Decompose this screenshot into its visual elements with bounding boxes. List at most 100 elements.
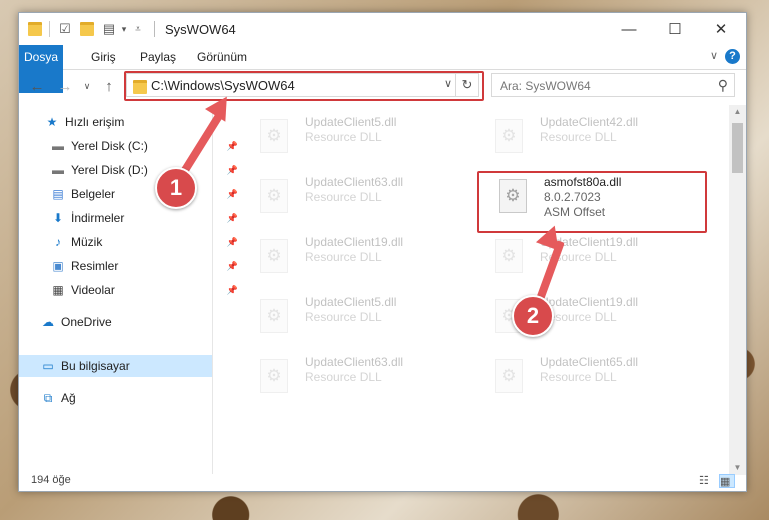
forward-button[interactable]: → xyxy=(55,75,75,97)
dll-file-icon: ⚙ xyxy=(495,359,523,393)
file-tile[interactable]: ⚙ UpdateClient19.dll Resource DLL xyxy=(495,233,710,281)
downloads-icon: ⬇ xyxy=(52,211,64,225)
file-tile[interactable]: ⚙ UpdateClient5.dll Resource DLL xyxy=(260,113,475,161)
details-view-icon[interactable]: ☷ xyxy=(699,474,713,487)
file-name: UpdateClient5.dll xyxy=(305,295,397,309)
address-highlight-box xyxy=(124,71,484,101)
file-description: Resource DLL xyxy=(305,310,382,324)
videos-icon: ▦ xyxy=(52,283,64,297)
music-icon: ♪ xyxy=(55,235,61,249)
nav-item-drive-d[interactable]: ▬ Yerel Disk (D:) 📌 xyxy=(19,159,244,181)
status-bar: 194 öğe ☷ ▦ xyxy=(19,471,746,491)
documents-icon: ▤ xyxy=(52,187,64,201)
cloud-icon: ☁ xyxy=(42,315,54,329)
file-highlight-box xyxy=(477,171,707,233)
view-icon[interactable]: ▤ xyxy=(101,21,117,37)
nav-item-drive-c[interactable]: ▬ Yerel Disk (C:) 📌 xyxy=(19,135,244,157)
title-bar: ☑ ▤ ▾ ⩡ SysWOW64 — ☐ ✕ xyxy=(19,13,746,45)
file-name: UpdateClient65.dll xyxy=(540,355,639,369)
vertical-scrollbar[interactable]: ▲ ▼ xyxy=(729,105,746,475)
file-tile[interactable]: ⚙ UpdateClient63.dll Resource DLL xyxy=(260,173,475,221)
back-button[interactable]: ← xyxy=(27,75,47,97)
network-icon: ⧉ xyxy=(43,390,53,405)
search-placeholder[interactable]: Ara: SysWOW64 xyxy=(500,79,591,93)
nav-this-pc[interactable]: ▭ Bu bilgisayar xyxy=(19,355,212,377)
file-description: Resource DLL xyxy=(305,130,382,144)
file-name: UpdateClient63.dll xyxy=(305,175,404,189)
chevron-down-icon[interactable]: ▾ xyxy=(119,21,129,37)
star-icon: ★ xyxy=(46,115,58,129)
nav-label: Hızlı erişim xyxy=(65,115,125,129)
computer-icon: ▭ xyxy=(42,359,54,373)
search-box[interactable]: Ara: SysWOW64 ⚲ xyxy=(491,73,735,97)
tab-home[interactable]: Giriş xyxy=(81,45,126,69)
file-name: UpdateClient5.dll xyxy=(305,115,397,129)
dll-file-icon: ⚙ xyxy=(260,299,288,333)
file-description: Resource DLL xyxy=(540,130,617,144)
file-tile[interactable]: ⚙ UpdateClient42.dll Resource DLL xyxy=(495,113,710,161)
file-description: Resource DLL xyxy=(540,370,617,384)
item-count: 194 öğe xyxy=(31,474,71,486)
dll-file-icon: ⚙ xyxy=(260,179,288,213)
maximize-button[interactable]: ☐ xyxy=(652,13,698,45)
drive-icon: ▬ xyxy=(52,139,64,153)
file-name: UpdateClient19.dll xyxy=(540,295,639,309)
nav-item-videos[interactable]: ▦ Videolar 📌 xyxy=(19,279,244,301)
tab-view[interactable]: Görünüm xyxy=(187,45,257,69)
file-name: UpdateClient19.dll xyxy=(305,235,404,249)
window-title: SysWOW64 xyxy=(165,22,236,37)
properties-icon[interactable]: ☑ xyxy=(57,21,73,37)
nav-label: Videolar xyxy=(71,283,115,297)
expand-ribbon-icon[interactable]: ∨ xyxy=(710,49,718,62)
nav-network[interactable]: ⧉ Ağ xyxy=(19,387,234,409)
new-folder-icon[interactable] xyxy=(79,21,95,37)
customize-toolbar-icon[interactable]: ⩡ xyxy=(131,21,145,37)
toolbar-separator xyxy=(49,21,50,37)
pane-divider xyxy=(212,109,213,474)
recent-locations-button[interactable]: ∨ xyxy=(77,75,97,97)
nav-label: İndirmeler xyxy=(71,211,125,225)
step-1-badge: 1 xyxy=(155,167,197,209)
nav-label: Belgeler xyxy=(71,187,116,201)
file-tile[interactable]: ⚙ UpdateClient65.dll Resource DLL xyxy=(495,353,710,401)
nav-item-pictures[interactable]: ▣ Resimler 📌 xyxy=(19,255,244,277)
dll-file-icon: ⚙ xyxy=(260,119,288,153)
file-description: Resource DLL xyxy=(305,190,382,204)
file-tile[interactable]: ⚙ UpdateClient19.dll Resource DLL xyxy=(260,233,475,281)
close-button[interactable]: ✕ xyxy=(698,13,744,45)
nav-label: Ağ xyxy=(61,391,76,405)
file-name: UpdateClient42.dll xyxy=(540,115,639,129)
nav-onedrive[interactable]: ☁ OneDrive xyxy=(19,311,234,333)
explorer-window: ☑ ▤ ▾ ⩡ SysWOW64 — ☐ ✕ Dosya Giriş Payla… xyxy=(18,12,747,492)
dll-file-icon: ⚙ xyxy=(260,239,288,273)
nav-label: Bu bilgisayar xyxy=(61,359,130,373)
file-list: ⚙ UpdateClient5.dll Resource DLL ⚙ Updat… xyxy=(215,105,730,475)
search-icon[interactable]: ⚲ xyxy=(718,77,728,94)
nav-label: OneDrive xyxy=(61,315,112,329)
help-button[interactable]: ? xyxy=(725,49,740,64)
scroll-thumb[interactable] xyxy=(732,123,743,173)
nav-item-music[interactable]: ♪ Müzik 📌 xyxy=(19,231,244,253)
file-description: Resource DLL xyxy=(305,250,382,264)
title-separator xyxy=(154,21,155,37)
nav-item-documents[interactable]: ▤ Belgeler 📌 xyxy=(19,183,244,205)
minimize-button[interactable]: — xyxy=(606,13,652,45)
step-2-badge: 2 xyxy=(512,295,554,337)
tiles-view-icon[interactable]: ▦ xyxy=(719,474,735,488)
file-name: UpdateClient63.dll xyxy=(305,355,404,369)
nav-label: Yerel Disk (D:) xyxy=(71,163,148,177)
nav-item-downloads[interactable]: ⬇ İndirmeler 📌 xyxy=(19,207,244,229)
file-tile[interactable]: ⚙ UpdateClient5.dll Resource DLL xyxy=(260,293,475,341)
nav-label: Yerel Disk (C:) xyxy=(71,139,148,153)
dll-file-icon: ⚙ xyxy=(495,239,523,273)
nav-label: Müzik xyxy=(71,235,103,249)
folder-icon xyxy=(27,21,43,37)
file-description: Resource DLL xyxy=(305,370,382,384)
tab-share[interactable]: Paylaş xyxy=(130,45,186,69)
nav-label: Resimler xyxy=(71,259,119,273)
drive-icon: ▬ xyxy=(52,163,64,177)
file-tile[interactable]: ⚙ UpdateClient63.dll Resource DLL xyxy=(260,353,475,401)
dll-file-icon: ⚙ xyxy=(260,359,288,393)
scroll-up-icon[interactable]: ▲ xyxy=(729,105,746,119)
up-button[interactable]: ↑ xyxy=(99,75,119,97)
